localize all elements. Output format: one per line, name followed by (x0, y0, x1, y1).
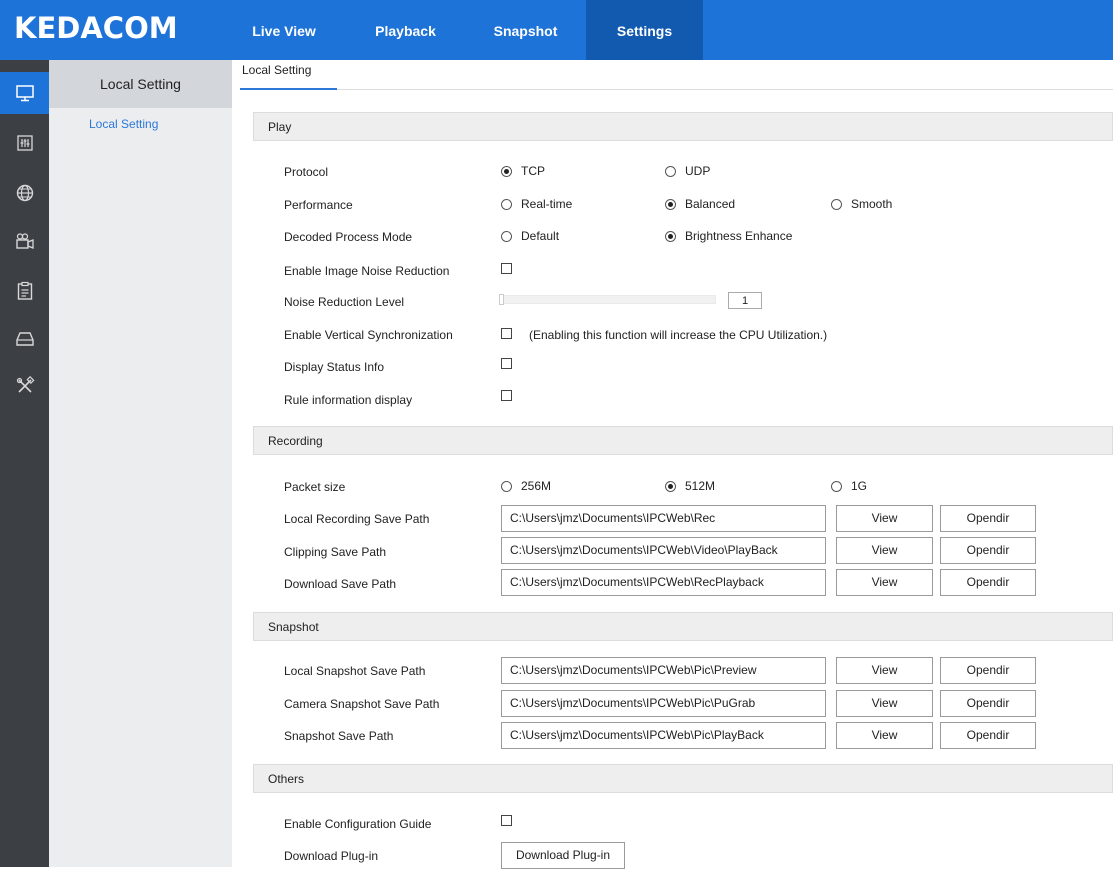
radio-real-time[interactable]: Real-time (501, 197, 572, 211)
radio-dot (501, 198, 512, 210)
section-others-header: Others (253, 764, 1113, 793)
protocol-label: Protocol (284, 165, 329, 179)
packet-size-label: Packet size (284, 480, 346, 494)
radio-udp[interactable]: UDP (665, 164, 710, 178)
tab-playback[interactable]: Playback (353, 0, 458, 60)
download-plugin-label: Download Plug-in (284, 849, 379, 863)
noise-reduction-checkbox[interactable] (501, 263, 512, 274)
monitor-icon[interactable] (0, 72, 49, 114)
radio-dot (501, 230, 512, 242)
snapshot-view-button[interactable]: View (836, 722, 933, 749)
radio-1g[interactable]: 1G (831, 479, 867, 493)
radio-brightness-enhance[interactable]: Brightness Enhance (665, 229, 792, 243)
download-path-label: Download Save Path (284, 577, 397, 591)
tools-icon[interactable] (0, 365, 49, 407)
clipping-view-button[interactable]: View (836, 537, 933, 564)
section-recording-header: Recording (253, 426, 1113, 455)
local-snapshot-opendir-button[interactable]: Opendir (940, 657, 1036, 684)
local-snapshot-view-button[interactable]: View (836, 657, 933, 684)
radio-dot (831, 198, 842, 210)
radio-dot (665, 480, 676, 492)
camera-snapshot-view-button[interactable]: View (836, 690, 933, 717)
download-path-input[interactable]: C:\Users\jmz\Documents\IPCWeb\RecPlaybac… (501, 569, 826, 596)
radio-dot (501, 165, 512, 177)
download-view-button[interactable]: View (836, 569, 933, 596)
snapshot-opendir-button[interactable]: Opendir (940, 722, 1036, 749)
clipboard-icon[interactable] (0, 270, 49, 312)
main-content: Local Setting Play Protocol TCP UDP Perf… (240, 60, 1113, 869)
tab-live-view[interactable]: Live View (234, 0, 334, 60)
radio-balanced[interactable]: Balanced (665, 197, 735, 211)
performance-label: Performance (284, 198, 353, 212)
status-info-label: Display Status Info (284, 360, 385, 374)
noise-reduction-label: Enable Image Noise Reduction (284, 264, 450, 278)
radio-default[interactable]: Default (501, 229, 559, 243)
equalizer-icon[interactable] (0, 122, 49, 164)
clipping-path-label: Clipping Save Path (284, 545, 387, 559)
local-recording-path-label: Local Recording Save Path (284, 512, 430, 526)
download-opendir-button[interactable]: Opendir (940, 569, 1036, 596)
noise-level-slider[interactable] (499, 295, 716, 304)
noise-level-value[interactable]: 1 (728, 292, 762, 309)
snapshot-path-label: Snapshot Save Path (284, 729, 394, 743)
radio-dot (665, 198, 676, 210)
local-recording-path-input[interactable]: C:\Users\jmz\Documents\IPCWeb\Rec (501, 505, 826, 532)
decode-mode-label: Decoded Process Mode (284, 230, 413, 244)
tab-settings[interactable]: Settings (586, 0, 703, 60)
config-guide-checkbox[interactable] (501, 815, 512, 826)
section-play-header: Play (253, 112, 1113, 141)
local-recording-opendir-button[interactable]: Opendir (940, 505, 1036, 532)
section-snapshot-header: Snapshot (253, 612, 1113, 641)
camera-icon[interactable] (0, 220, 49, 262)
vsync-checkbox[interactable] (501, 328, 512, 339)
camera-snapshot-path-label: Camera Snapshot Save Path (284, 697, 440, 711)
top-nav-bar: KEDACOM Live View Playback Snapshot Sett… (0, 0, 1113, 60)
vsync-label: Enable Vertical Synchronization (284, 328, 453, 342)
camera-snapshot-path-input[interactable]: C:\Users\jmz\Documents\IPCWeb\Pic\PuGrab (501, 690, 826, 717)
snapshot-path-input[interactable]: C:\Users\jmz\Documents\IPCWeb\Pic\PlayBa… (501, 722, 826, 749)
kedacom-logo: KEDACOM (14, 11, 178, 45)
radio-smooth[interactable]: Smooth (831, 197, 892, 211)
local-snapshot-path-input[interactable]: C:\Users\jmz\Documents\IPCWeb\Pic\Previe… (501, 657, 826, 684)
radio-256m[interactable]: 256M (501, 479, 551, 493)
clipping-path-input[interactable]: C:\Users\jmz\Documents\IPCWeb\Video\Play… (501, 537, 826, 564)
settings-submenu: Local Setting Local Setting (49, 60, 232, 867)
vsync-note: (Enabling this function will increase th… (529, 328, 828, 342)
settings-category-bar (0, 60, 49, 867)
submenu-title: Local Setting (49, 60, 232, 108)
storage-icon[interactable] (0, 318, 49, 360)
clipping-opendir-button[interactable]: Opendir (940, 537, 1036, 564)
status-info-checkbox[interactable] (501, 358, 512, 369)
tab-local-setting[interactable]: Local Setting (240, 60, 337, 90)
radio-tcp[interactable]: TCP (501, 164, 545, 178)
radio-dot (665, 230, 676, 242)
radio-dot (501, 480, 512, 492)
download-plugin-button[interactable]: Download Plug-in (501, 842, 625, 869)
local-recording-view-button[interactable]: View (836, 505, 933, 532)
noise-level-label: Noise Reduction Level (284, 295, 405, 309)
tab-divider (337, 89, 1113, 90)
noise-level-slider-handle[interactable] (499, 294, 504, 305)
rule-info-label: Rule information display (284, 393, 413, 407)
submenu-item-local-setting[interactable]: Local Setting (89, 117, 158, 131)
camera-snapshot-opendir-button[interactable]: Opendir (940, 690, 1036, 717)
radio-512m[interactable]: 512M (665, 479, 715, 493)
radio-dot (665, 165, 676, 177)
rule-info-checkbox[interactable] (501, 390, 512, 401)
config-guide-label: Enable Configuration Guide (284, 817, 432, 831)
local-snapshot-path-label: Local Snapshot Save Path (284, 664, 426, 678)
globe-icon[interactable] (0, 172, 49, 214)
tab-snapshot[interactable]: Snapshot (472, 0, 579, 60)
radio-dot (831, 480, 842, 492)
